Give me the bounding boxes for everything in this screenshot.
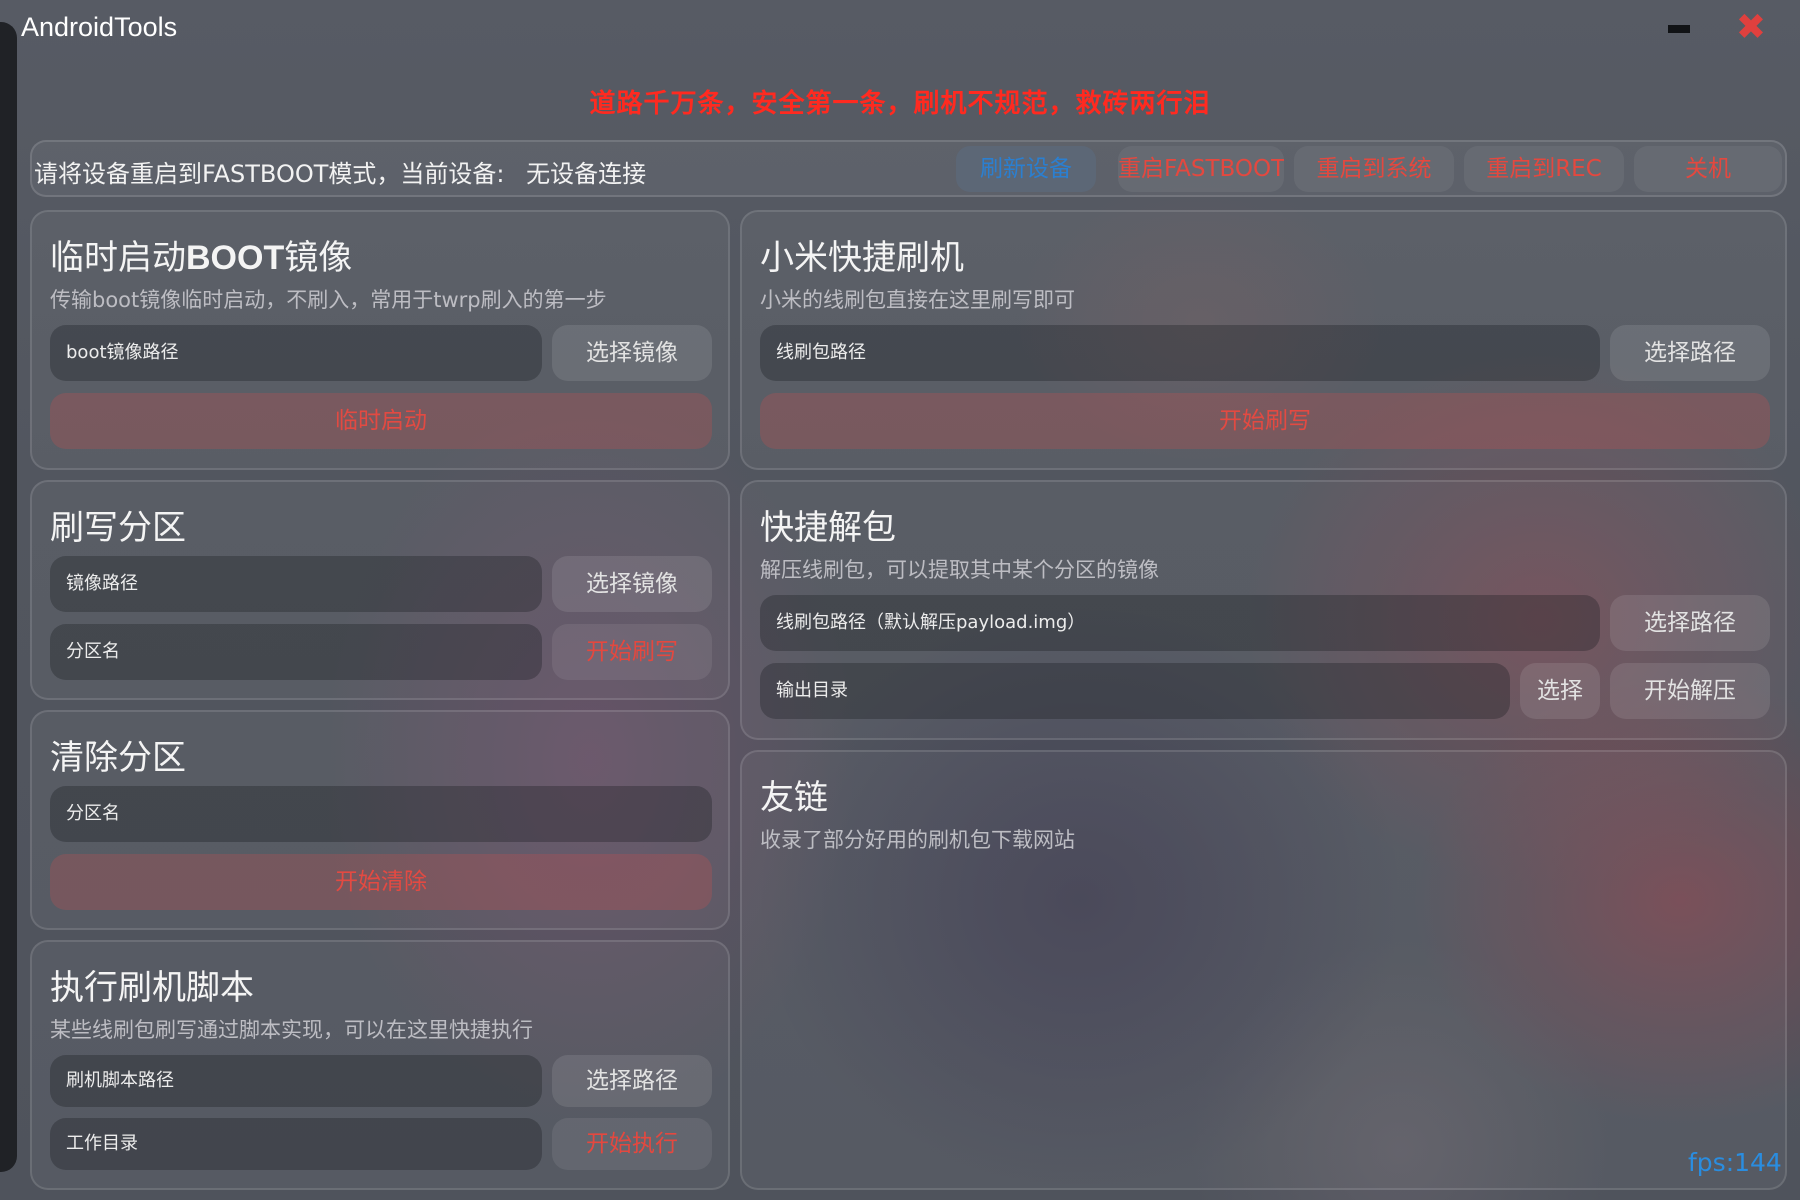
- reboot-system-button[interactable]: 重启到系统: [1294, 146, 1454, 192]
- clear-partition-name-input[interactable]: 分区名: [50, 786, 712, 842]
- script-path-input[interactable]: 刷机脚本路径: [50, 1055, 542, 1107]
- motto-banner: 道路千万条，安全第一条，刷机不规范，救砖两行泪: [589, 89, 1211, 119]
- power-off-button[interactable]: 关机: [1634, 146, 1782, 192]
- unpack-output-dir-input[interactable]: 输出目录: [760, 663, 1510, 719]
- reboot-rec-button[interactable]: 重启到REC: [1464, 146, 1624, 192]
- unpack-card-desc: 解压线刷包，可以提取其中某个分区的镜像: [760, 558, 1159, 582]
- select-flash-image-button[interactable]: 选择镜像: [552, 556, 712, 612]
- unpack-card-title: 快捷解包: [760, 508, 896, 548]
- script-card-title: 执行刷机脚本: [50, 968, 254, 1008]
- boot-card-desc: 传输boot镜像临时启动，不刷入，常用于twrp刷入的第一步: [50, 288, 607, 312]
- links-card-title: 友链: [760, 778, 828, 818]
- flash-partition-name-input[interactable]: 分区名: [50, 624, 542, 680]
- reboot-fastboot-button[interactable]: 重启FASTBOOT: [1118, 146, 1284, 192]
- xiaomi-package-path-input[interactable]: 线刷包路径: [760, 325, 1600, 381]
- select-boot-image-button[interactable]: 选择镜像: [552, 325, 712, 381]
- select-xiaomi-path-button[interactable]: 选择路径: [1610, 325, 1770, 381]
- select-output-dir-button[interactable]: 选择: [1520, 663, 1600, 719]
- select-unpack-path-button[interactable]: 选择路径: [1610, 595, 1770, 651]
- refresh-device-button[interactable]: 刷新设备: [956, 146, 1096, 192]
- window-title: AndroidTools: [21, 12, 178, 42]
- device-bar: 请将设备重启到FASTBOOT模式，当前设备: 无设备连接 刷新设备 重启FAS…: [30, 140, 1787, 197]
- clear-partition-card: 清除分区 分区名 开始清除: [30, 710, 730, 930]
- xiaomi-card-title: 小米快捷刷机: [760, 238, 964, 278]
- xiaomi-card: 小米快捷刷机 小米的线刷包直接在这里刷写即可 线刷包路径 选择路径 开始刷写: [740, 210, 1787, 470]
- app-window: AndroidTools ✖ 道路千万条，安全第一条，刷机不规范，救砖两行泪 请…: [0, 0, 1800, 1200]
- start-flash-partition-button[interactable]: 开始刷写: [552, 624, 712, 680]
- device-status-label: 请将设备重启到FASTBOOT模式，当前设备:: [34, 160, 505, 188]
- close-icon[interactable]: ✖: [1734, 8, 1768, 48]
- boot-image-path-input[interactable]: boot镜像路径: [50, 325, 542, 381]
- start-xiaomi-flash-button[interactable]: 开始刷写: [760, 393, 1770, 449]
- start-unpack-button[interactable]: 开始解压: [1610, 663, 1770, 719]
- start-script-button[interactable]: 开始执行: [552, 1118, 712, 1170]
- flash-partition-card: 刷写分区 镜像路径 选择镜像 分区名 开始刷写: [30, 480, 730, 700]
- boot-card: 临时启动BOOT镜像 传输boot镜像临时启动，不刷入，常用于twrp刷入的第一…: [30, 210, 730, 470]
- script-card: 执行刷机脚本 某些线刷包刷写通过脚本实现，可以在这里快捷执行 刷机脚本路径 选择…: [30, 940, 730, 1190]
- device-status: 请将设备重启到FASTBOOT模式，当前设备: 无设备连接: [34, 154, 646, 189]
- device-status-value: 无设备连接: [526, 160, 647, 188]
- unpack-card: 快捷解包 解压线刷包，可以提取其中某个分区的镜像 线刷包路径（默认解压paylo…: [740, 480, 1787, 740]
- select-script-path-button[interactable]: 选择路径: [552, 1055, 712, 1107]
- minimize-icon[interactable]: [1668, 25, 1690, 33]
- temp-boot-button[interactable]: 临时启动: [50, 393, 712, 449]
- boot-card-title: 临时启动BOOT镜像: [50, 238, 353, 278]
- clear-partition-title: 清除分区: [50, 738, 186, 778]
- flash-image-path-input[interactable]: 镜像路径: [50, 556, 542, 612]
- start-clear-button[interactable]: 开始清除: [50, 854, 712, 910]
- flash-partition-title: 刷写分区: [50, 508, 186, 548]
- window-edge: [0, 22, 17, 1172]
- unpack-package-path-input[interactable]: 线刷包路径（默认解压payload.img）: [760, 595, 1600, 651]
- fps-counter: fps:144: [1688, 1148, 1782, 1177]
- links-card-desc: 收录了部分好用的刷机包下载网站: [760, 828, 1075, 852]
- xiaomi-card-desc: 小米的线刷包直接在这里刷写即可: [760, 288, 1075, 312]
- script-card-desc: 某些线刷包刷写通过脚本实现，可以在这里快捷执行: [50, 1018, 533, 1042]
- workdir-input[interactable]: 工作目录: [50, 1118, 542, 1170]
- links-card: 友链 收录了部分好用的刷机包下载网站: [740, 750, 1787, 1190]
